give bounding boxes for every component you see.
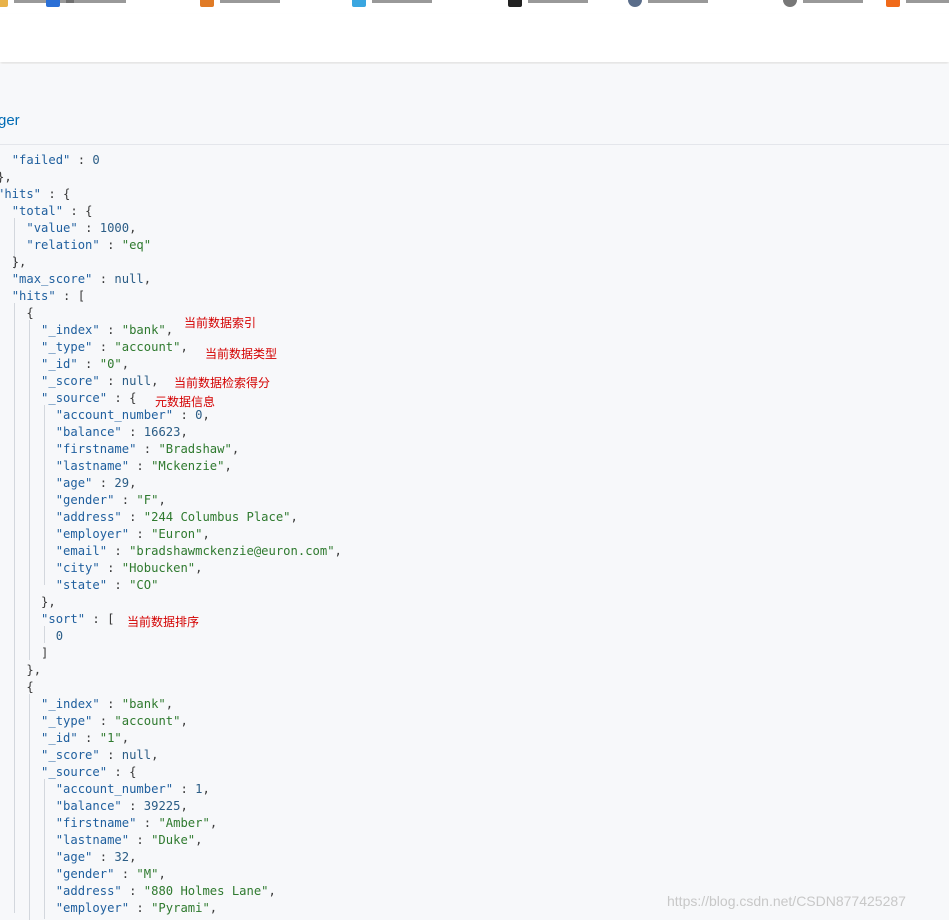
code-line: "total" : { <box>11 204 93 218</box>
bookmark-label <box>528 0 588 3</box>
page-header-bar <box>0 64 949 145</box>
code-line: "employer" : "Euron", <box>55 527 210 541</box>
breadcrumb[interactable]: ger <box>0 112 20 129</box>
code-line: "lastname" : "Duke", <box>55 833 203 847</box>
annotation-index: 当前数据索引 <box>184 316 257 330</box>
bookmark-item[interactable] <box>783 0 863 8</box>
code-line: }, <box>0 170 12 184</box>
app-header <box>0 14 949 62</box>
code-line: "_score" : null, <box>41 748 159 762</box>
code-line: "_type" : "account", <box>41 714 188 728</box>
code-line: "_score" : null, <box>41 374 159 388</box>
bookmark-item[interactable] <box>508 0 588 8</box>
bookmark-label <box>648 0 708 3</box>
code-line: }, <box>41 595 56 609</box>
annotation-sort: 当前数据排序 <box>127 615 200 629</box>
bookmarks-bar <box>0 0 949 15</box>
bookmark-item[interactable] <box>200 0 280 8</box>
code-line: ] <box>41 646 49 660</box>
code-line: }, <box>26 663 42 677</box>
code-line: "account_number" : 0, <box>55 408 210 422</box>
bookmark-item[interactable] <box>46 0 126 8</box>
bookmark-label <box>372 0 432 3</box>
bookmark-label <box>906 0 949 3</box>
code-line: "gender" : "M", <box>55 867 166 881</box>
json-response-panel[interactable]: 当前数据索引 当前数据类型 当前数据检索得分 元数据信息 当前数据排序 "fai… <box>0 145 949 920</box>
code-line: "max_score" : null, <box>11 272 152 286</box>
code-line: "address" : "880 Holmes Lane", <box>55 884 276 898</box>
bookmark-label <box>803 0 863 3</box>
code-line: "gender" : "F", <box>55 493 166 507</box>
code-line: "failed" : 0 <box>11 153 100 167</box>
watermark: https://blog.csdn.net/CSDN877425287 <box>667 893 906 909</box>
bookmark-icon <box>352 0 366 7</box>
code-line: "account_number" : 1, <box>55 782 210 796</box>
code-line: "firstname" : "Bradshaw", <box>55 442 240 456</box>
code-line: "_index" : "bank", <box>41 697 174 711</box>
code-line: { <box>26 680 34 694</box>
annotation-type: 当前数据类型 <box>205 347 278 361</box>
code-line: { <box>26 306 34 320</box>
code-line: "email" : "bradshawmckenzie@euron.com", <box>55 544 342 558</box>
bookmark-icon <box>0 0 8 7</box>
bookmark-label <box>220 0 280 3</box>
code-line: "_id" : "0", <box>41 357 130 371</box>
code-line: "firstname" : "Amber", <box>55 816 218 830</box>
globe-icon <box>783 0 797 7</box>
code-line: "age" : 32, <box>55 850 137 864</box>
code-line: "sort" : [ <box>41 612 115 626</box>
bookmark-label <box>66 0 126 3</box>
code-line: }, <box>11 255 27 269</box>
code-line: "_id" : "1", <box>41 731 130 745</box>
code-line: "hits" : [ <box>11 289 86 303</box>
code-line: "city" : "Hobucken", <box>55 561 203 575</box>
code-line: "age" : 29, <box>55 476 137 490</box>
code-line: "_index" : "bank", <box>41 323 174 337</box>
code-line: 0 <box>55 629 64 643</box>
code-line: "_source" : { <box>41 391 137 405</box>
code-line: "_source" : { <box>41 765 137 779</box>
code-line: "balance" : 39225, <box>55 799 188 813</box>
bookmark-item[interactable] <box>886 0 949 8</box>
bookmark-item[interactable] <box>628 0 708 8</box>
code-line: "balance" : 16623, <box>55 425 188 439</box>
annotation-score: 当前数据检索得分 <box>174 376 271 390</box>
bookmark-icon <box>508 0 522 7</box>
bookmark-item[interactable] <box>352 0 432 8</box>
code-line: "hits" : { <box>0 187 71 201</box>
code-line: "employer" : "Pyrami", <box>55 901 218 915</box>
code-line: "address" : "244 Columbus Place", <box>55 510 298 524</box>
globe-icon <box>628 0 642 7</box>
code-line: "relation" : "eq" <box>26 238 152 252</box>
edge-icon <box>46 0 60 7</box>
code-line: "state" : "CO" <box>55 578 159 592</box>
bookmark-icon <box>886 0 900 7</box>
code-line: "_type" : "account", <box>41 340 188 354</box>
code-line: "lastname" : "Mckenzie", <box>55 459 232 473</box>
code-line: "value" : 1000, <box>26 221 137 235</box>
bookmark-icon <box>200 0 214 7</box>
